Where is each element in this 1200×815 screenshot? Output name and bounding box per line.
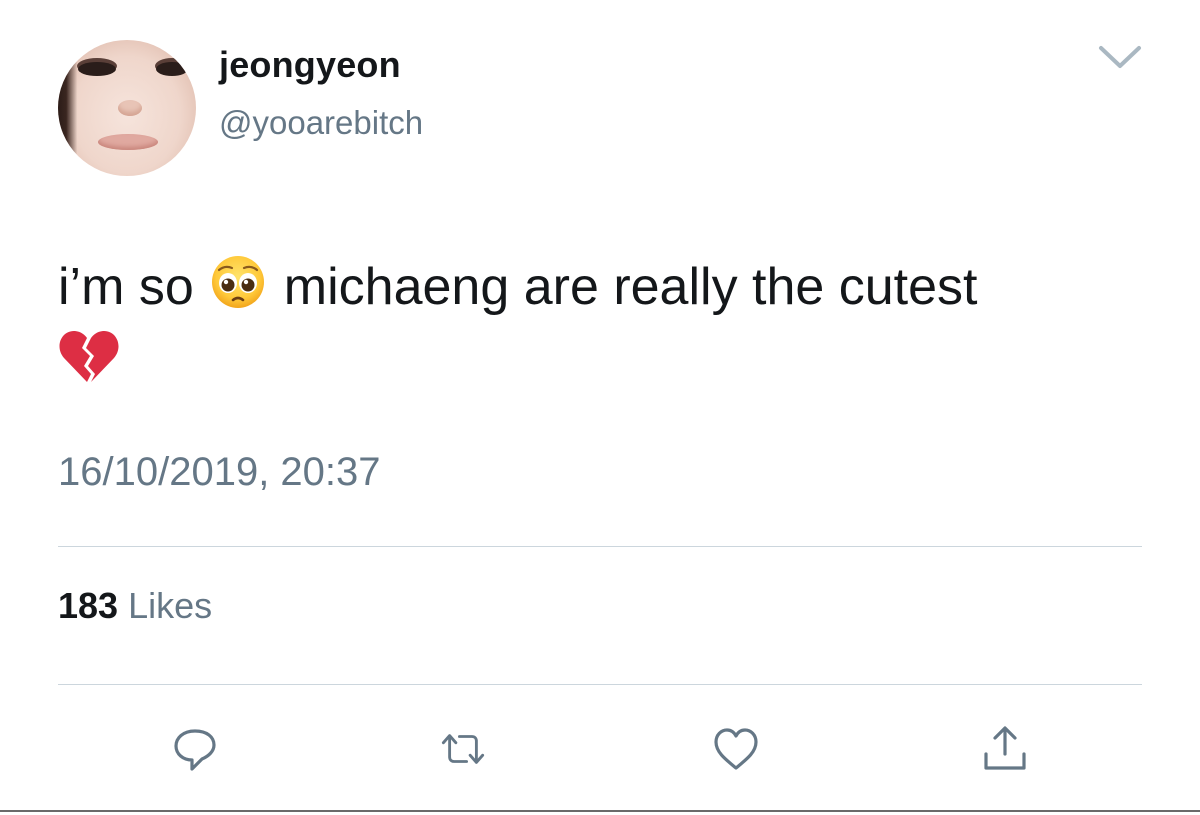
tweet-text-part: i’m so (58, 258, 194, 316)
broken-heart-icon (59, 330, 119, 382)
avatar[interactable] (58, 40, 196, 176)
likes-label: Likes (128, 585, 213, 626)
likes-stat[interactable]: 183 Likes (58, 585, 212, 627)
tweet-timestamp[interactable]: 16/10/2019, 20:37 (58, 450, 381, 495)
tweet-card: jeongyeon @yooarebitch i’m so michaeng a… (0, 0, 1200, 815)
share-icon[interactable] (980, 724, 1030, 774)
screen-bottom-edge (0, 810, 1200, 812)
heart-icon[interactable] (711, 724, 761, 774)
pleading-face-icon (211, 256, 264, 308)
user-handle[interactable]: @yooarebitch (219, 104, 423, 142)
retweet-icon[interactable] (438, 724, 488, 774)
avatar-nose (118, 100, 142, 116)
divider (58, 684, 1142, 685)
avatar-mouth (98, 134, 158, 150)
chevron-down-icon[interactable] (1098, 42, 1142, 72)
tweet-text: i’m so michaeng are really the cutest (58, 251, 1148, 395)
tweet-text-part: michaeng are really the cutest (283, 258, 978, 316)
avatar-eye (78, 62, 116, 76)
avatar-eye (156, 62, 188, 76)
divider (58, 546, 1142, 547)
reply-icon[interactable] (170, 724, 220, 774)
display-name[interactable]: jeongyeon (219, 44, 401, 86)
likes-count: 183 (58, 585, 119, 626)
